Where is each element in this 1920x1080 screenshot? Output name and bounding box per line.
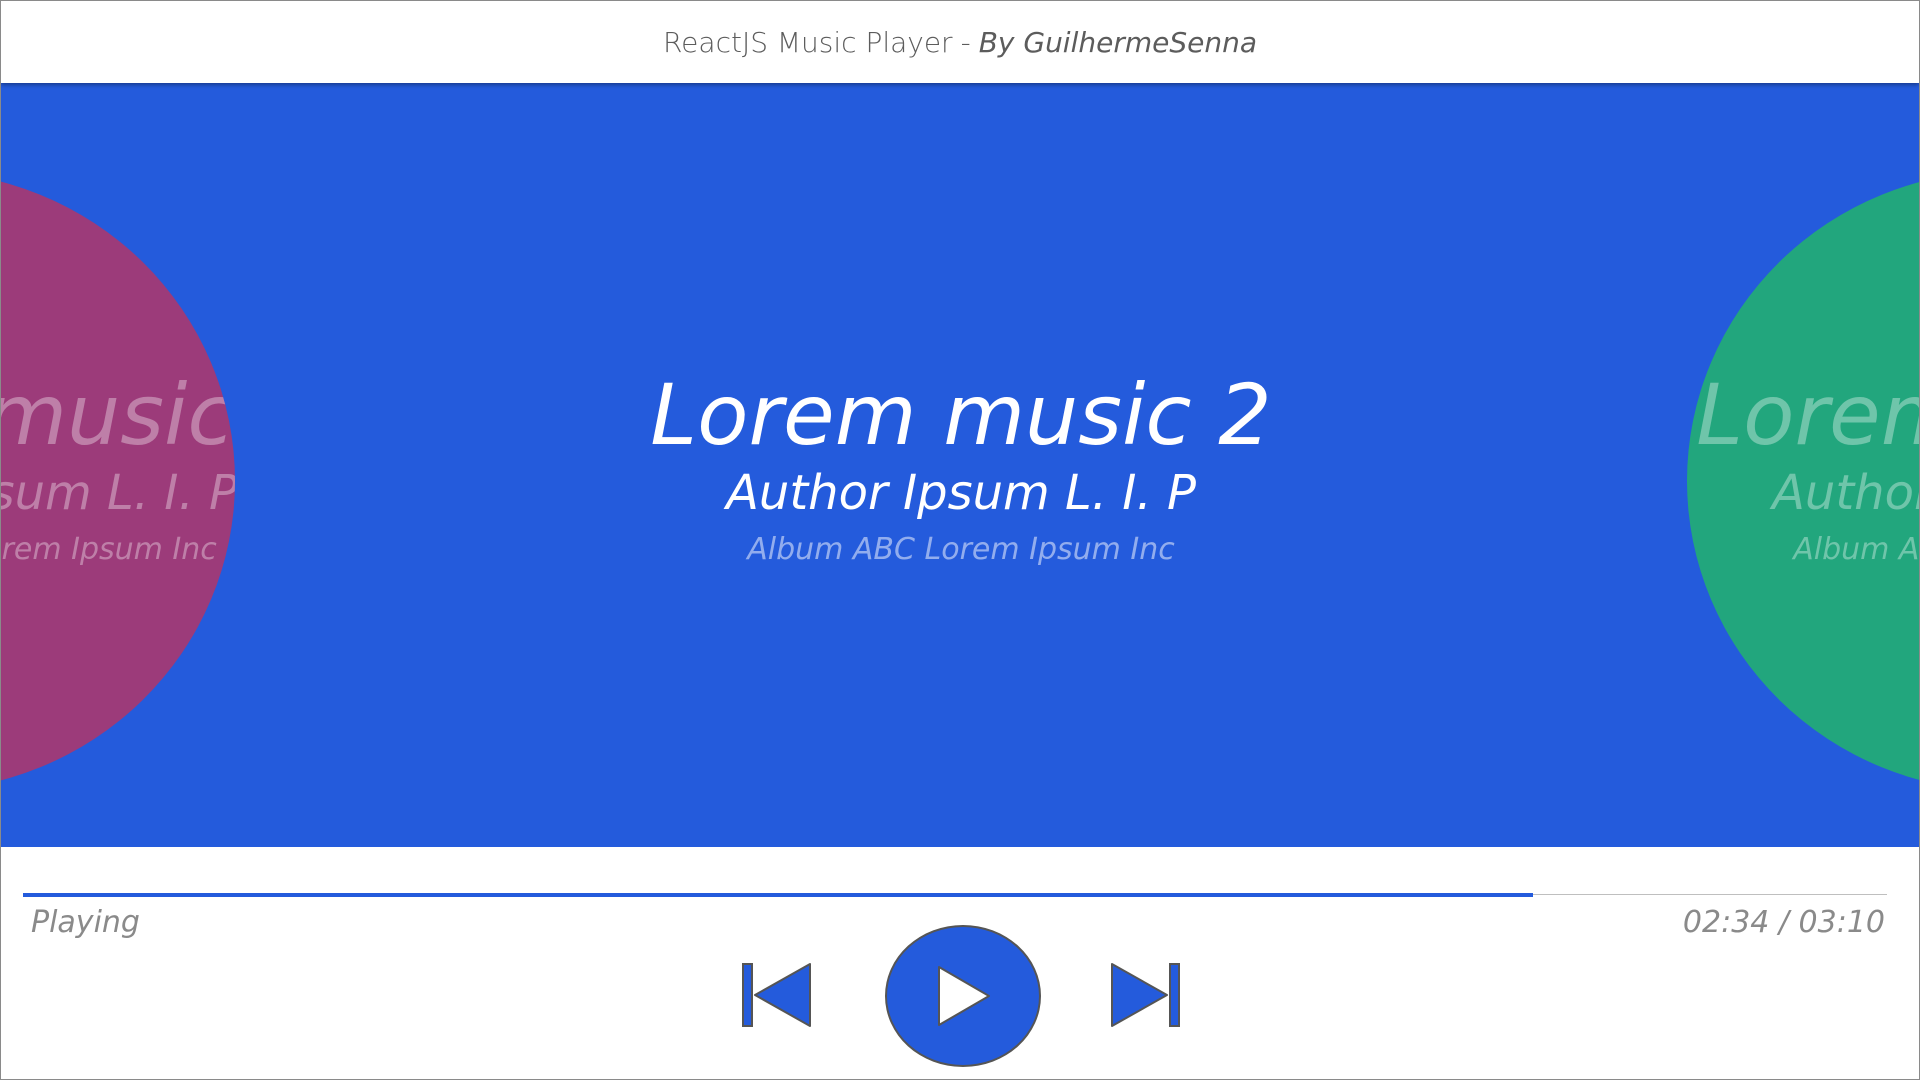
next-song-author: Author Ipsum L. I. P [1772,465,1919,521]
previous-track-button[interactable] [741,961,813,1029]
next-song-card[interactable]: Lorem music 3 Author Ipsum L. I. P Album… [1687,171,1919,791]
playback-status: Playing [31,905,140,940]
next-song-album: Album ABC Lorem Ipsum Inc [1793,531,1919,567]
song-carousel: Lorem music 1 Author Ipsum L. I. P Album… [1,83,1919,847]
play-icon [933,963,993,1029]
skip-previous-icon [741,961,813,1029]
title-separator: - [960,25,971,59]
app-title: ReactJS Music Player [662,25,953,59]
app-header: ReactJS Music Player - By GuilhermeSenna [1,1,1919,83]
current-song-info: Lorem music 2 Author Ipsum L. I. P Album… [1,373,1919,568]
app-byline: By GuilhermeSenna [978,25,1258,59]
current-song-album: Album ABC Lorem Ipsum Inc [747,531,1175,567]
next-song-info: Lorem music 3 Author Ipsum L. I. P Album… [1687,373,1919,568]
app-window: ReactJS Music Player - By GuilhermeSenna… [0,0,1920,1080]
current-song-author: Author Ipsum L. I. P [726,465,1196,521]
current-song-title: Lorem music 2 [650,366,1272,464]
progress-bar[interactable] [23,893,1887,897]
playback-time: 02:34 / 03:10 [1682,905,1885,940]
player-controls: Playing 02:34 / 03:10 [1,847,1919,1079]
next-song-title: Lorem music 3 [1696,366,1919,464]
skip-next-icon [1109,961,1181,1029]
play-button[interactable] [885,925,1041,1067]
progress-fill [23,893,1533,897]
next-track-button[interactable] [1109,961,1181,1029]
